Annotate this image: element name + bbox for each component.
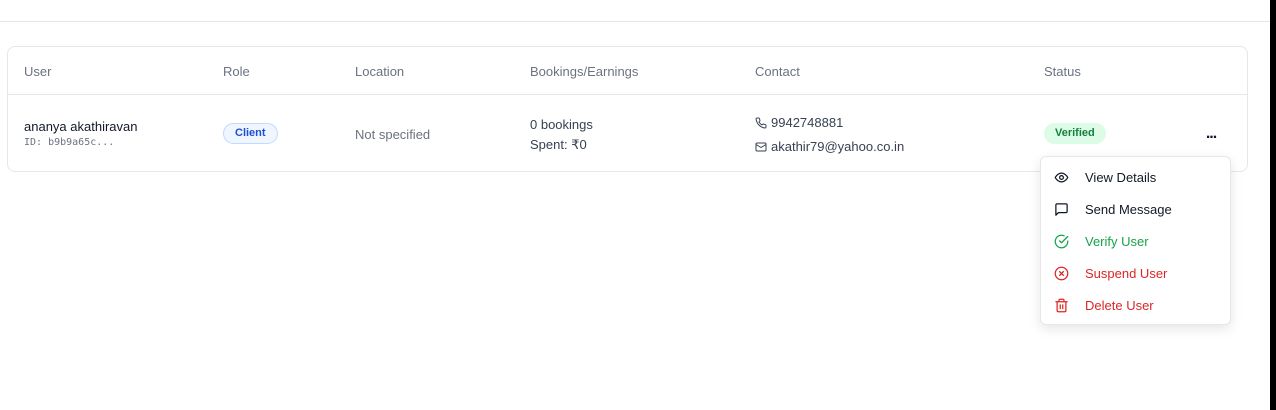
menu-item-label: Delete User [1085,297,1154,313]
contact-email: akathir79@yahoo.co.in [755,139,904,154]
menu-item-label: Send Message [1085,201,1172,217]
header-status: Status [1044,64,1081,79]
users-table: User Role Location Bookings/Earnings Con… [7,46,1248,172]
bookings-count: 0 bookings [530,117,593,132]
trash-icon [1053,297,1069,313]
menu-item-suspend-user[interactable]: Suspend User [1045,258,1228,288]
role-badge: Client [223,123,278,144]
x-circle-icon [1053,265,1069,281]
row-actions-menu: View Details Send Message Verify User Su… [1040,156,1231,325]
status-badge: Verified [1044,123,1106,144]
menu-item-verify-user[interactable]: Verify User [1045,226,1228,256]
location-value: Not specified [355,127,431,142]
email-address: akathir79@yahoo.co.in [771,139,905,154]
menu-item-view-details[interactable]: View Details [1045,162,1228,192]
header-bookings-earnings: Bookings/Earnings [530,64,639,79]
menu-item-label: View Details [1085,169,1157,185]
message-square-icon [1053,201,1069,217]
header-role: Role [223,64,250,79]
menu-item-label: Verify User [1085,233,1149,249]
header-user: User [24,64,52,79]
mail-icon [755,141,767,153]
menu-item-delete-user[interactable]: Delete User [1045,290,1228,320]
user-id: ID: b9b9a65c... [24,137,115,148]
window-edge [1270,0,1276,410]
row-actions-button[interactable]: ... [1199,123,1223,145]
menu-item-send-message[interactable]: Send Message [1045,194,1228,224]
header-contact: Contact [755,64,800,79]
user-name: ananya akathiravan [24,119,138,134]
top-header-bar [0,0,1270,22]
menu-item-label: Suspend User [1085,265,1168,281]
eye-icon [1053,169,1069,185]
table-header: User Role Location Bookings/Earnings Con… [8,47,1247,95]
phone-icon [755,116,767,129]
contact-phone: 9942748881 [755,115,843,130]
more-horizontal-icon: ... [1205,125,1217,142]
phone-number: 9942748881 [771,115,844,130]
spent-amount: Spent: ₹0 [530,137,587,152]
check-circle-icon [1053,233,1069,249]
header-location: Location [355,64,405,79]
